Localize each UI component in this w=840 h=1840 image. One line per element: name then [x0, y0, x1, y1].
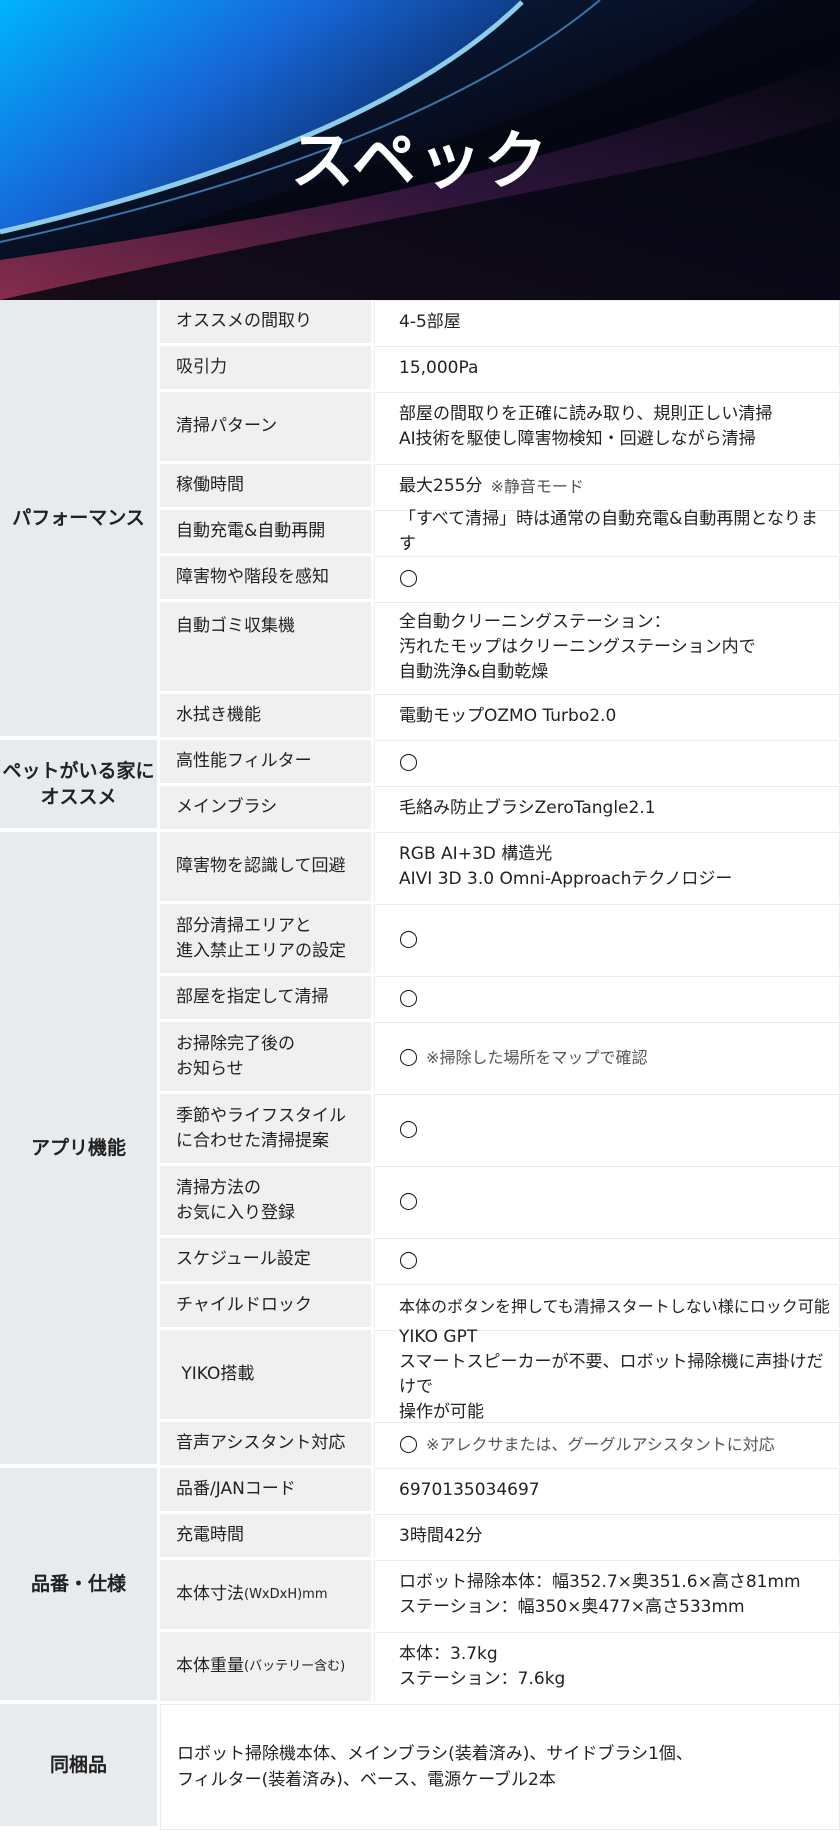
circle-mark: ◯ — [374, 904, 840, 976]
row-label: 充電時間 — [160, 1514, 374, 1560]
hero-banner: スペック — [0, 0, 840, 300]
circle-mark: ◯ — [399, 1046, 419, 1067]
row-value: ロボット掃除本体：幅352.7×奥351.6×高さ81mm ステーション：幅35… — [374, 1560, 840, 1632]
circle-mark: ◯ — [374, 1094, 840, 1166]
row-value: 部屋の間取りを正確に読み取り、規則正しい清掃 AI技術を駆使し障害物検知・回避し… — [374, 392, 840, 464]
category-specs: 品番・仕様 — [0, 1468, 160, 1704]
value-note: ※静音モード — [490, 476, 584, 496]
row-value: 本体のボタンを押しても清掃スタートしない様にロック可能 — [374, 1284, 840, 1330]
value-note: ※掃除した場所をマップで確認 — [426, 1047, 648, 1067]
row-label: 稼働時間 — [160, 464, 374, 510]
row-label: 自動ゴミ収集機 — [160, 602, 374, 694]
spec-table: パフォーマンス オススメの間取り 4-5部屋 吸引力 15,000Pa 清掃パタ… — [0, 300, 840, 1830]
label-small: (バッテリー含む) — [244, 1659, 346, 1674]
row-value: 3時間42分 — [374, 1514, 840, 1560]
row-value: 最大255分 ※静音モード — [374, 464, 840, 510]
row-label: 清掃方法の お気に入り登録 — [160, 1166, 374, 1238]
row-label: 高性能フィルター — [160, 740, 374, 786]
label-text: 本体重量 — [176, 1656, 244, 1676]
row-value: 毛絡み防止ブラシZeroTangle2.1 — [374, 786, 840, 832]
bundle-contents: ロボット掃除機本体、メインブラシ(装着済み)、サイドブラシ1個、 フィルター(装… — [160, 1704, 840, 1830]
category-bundle: 同梱品 — [0, 1704, 160, 1830]
row-label: 本体重量 (バッテリー含む) — [160, 1632, 374, 1704]
row-label: 自動充電&自動再開 — [160, 510, 374, 556]
category-app: アプリ機能 — [0, 832, 160, 1468]
row-label: 部分清掃エリアと 進入禁止エリアの設定 — [160, 904, 374, 976]
circle-mark: ◯ — [374, 740, 840, 786]
row-value: 6970135034697 — [374, 1468, 840, 1514]
row-value: 15,000Pa — [374, 346, 840, 392]
value-text: 最大255分 — [399, 475, 483, 496]
row-value: 「すべて清掃」時は通常の自動充電&自動再開となります — [374, 509, 840, 556]
row-value: ◯ ※アレクサまたは、グーグルアシスタントに対応 — [374, 1422, 840, 1468]
label-text: 本体寸法 — [176, 1584, 244, 1604]
row-label: 本体寸法 (WxDxH)mm — [160, 1560, 374, 1632]
row-label: 障害物を認識して回避 — [160, 832, 374, 904]
row-label: 障害物や階段を感知 — [160, 556, 374, 602]
circle-mark: ◯ — [374, 976, 840, 1022]
category-performance: パフォーマンス — [0, 300, 160, 740]
circle-mark: ◯ — [374, 556, 840, 602]
row-label: 品番/JANコード — [160, 1468, 374, 1514]
circle-mark: ◯ — [399, 1433, 419, 1454]
row-label: オススメの間取り — [160, 300, 374, 346]
row-label: 部屋を指定して清掃 — [160, 976, 374, 1022]
row-label: チャイルドロック — [160, 1284, 374, 1330]
row-label: 音声アシスタント対応 — [160, 1422, 374, 1468]
row-label: YIKO搭載 — [160, 1330, 374, 1422]
row-label: スケジュール設定 — [160, 1238, 374, 1284]
row-value: 電動モップOZMO Turbo2.0 — [374, 694, 840, 740]
row-label: お掃除完了後の お知らせ — [160, 1022, 374, 1094]
row-value: 全自動クリーニングステーション： 汚れたモップはクリーニングステーション内で 自… — [374, 602, 840, 694]
circle-mark: ◯ — [374, 1238, 840, 1284]
row-value: 本体：3.7kg ステーション：7.6kg — [374, 1632, 840, 1704]
row-value: 4-5部屋 — [374, 300, 840, 346]
row-value: RGB AI+3D 構造光 AIVI 3D 3.0 Omni-Approachテ… — [374, 832, 840, 904]
row-label: メインブラシ — [160, 786, 374, 832]
page-title: スペック — [290, 125, 550, 199]
circle-mark: ◯ — [374, 1166, 840, 1238]
row-label: 吸引力 — [160, 346, 374, 392]
row-label: 季節やライフスタイル に合わせた清掃提案 — [160, 1094, 374, 1166]
value-note: ※アレクサまたは、グーグルアシスタントに対応 — [426, 1434, 775, 1454]
label-small: (WxDxH)mm — [244, 1587, 328, 1602]
category-pet: ペットがいる家に オススメ — [0, 740, 160, 832]
row-value: ◯ ※掃除した場所をマップで確認 — [374, 1022, 840, 1094]
row-value: YIKO GPT スマートスピーカーが不要、ロボット掃除機に声掛けだけで 操作が… — [374, 1327, 840, 1422]
row-label: 清掃パターン — [160, 392, 374, 464]
row-label: 水拭き機能 — [160, 694, 374, 740]
